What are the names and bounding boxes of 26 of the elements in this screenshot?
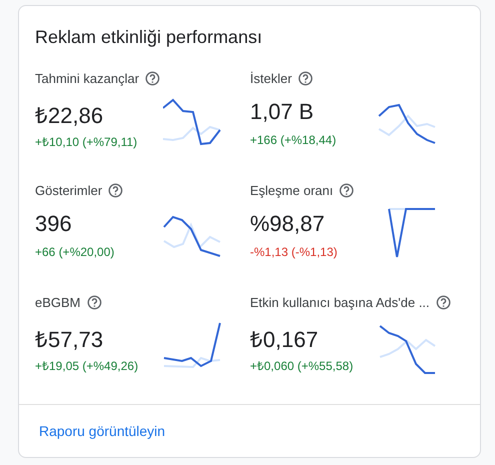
- help-icon[interactable]: [108, 182, 124, 198]
- metric-value: ₺22,86: [35, 102, 104, 130]
- metric-value: 396: [35, 211, 73, 238]
- metric-change: +₺0,060 (+%55,58): [250, 358, 354, 374]
- metric-change: +166 (+%18,44): [250, 133, 336, 147]
- metric-value: 1,07 B: [250, 99, 315, 126]
- metric-value: %98,87: [250, 211, 326, 238]
- metric-label: eBGBM: [35, 294, 81, 310]
- metric-label: İstekler: [250, 70, 292, 86]
- metric-label: Gösterimler: [35, 182, 102, 198]
- metric-value: ₺0,167: [250, 326, 320, 354]
- metric-change: +₺10,10 (+%79,11): [35, 134, 138, 150]
- metric-change: +₺19,05 (+%49,26): [35, 358, 138, 374]
- metric-label: Etkin kullanıcı başına Ads'de ...: [250, 294, 430, 310]
- help-icon[interactable]: [339, 182, 354, 198]
- metric-label: Tahmini kazançlar: [35, 70, 140, 86]
- view-report-link[interactable]: Raporu görüntüleyin: [39, 423, 166, 439]
- help-icon[interactable]: [298, 70, 313, 86]
- help-icon[interactable]: [86, 294, 102, 310]
- metric-label: Eşleşme oranı: [250, 182, 334, 198]
- help-icon[interactable]: [145, 70, 160, 86]
- metric-change: +66 (+%20,00): [35, 245, 114, 259]
- help-icon[interactable]: [436, 294, 451, 310]
- metric-change: -%1,13 (-%1,13): [250, 245, 338, 259]
- card-title: Reklam etkinliği performansı: [34, 26, 264, 49]
- metric-value: ₺57,73: [35, 326, 104, 354]
